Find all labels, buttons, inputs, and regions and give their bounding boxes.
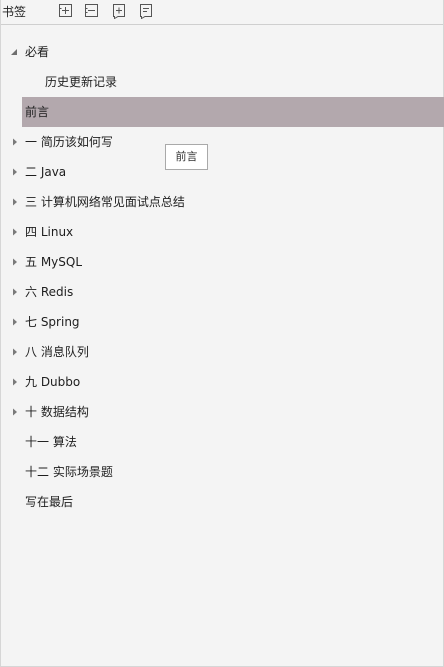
tree-item-epilogue[interactable]: 写在最后 (1, 487, 443, 517)
tree-item-label: 七 Spring (25, 315, 80, 329)
tree-item-label: 四 Linux (25, 225, 74, 239)
tree-item-linux[interactable]: 四 Linux (1, 217, 443, 247)
bookmark-tooltip: 前言 (165, 144, 208, 170)
tree-item-mysql[interactable]: 五 MySQL (1, 247, 443, 277)
tree-item-label: 前言 (25, 105, 50, 119)
collapsed-arrow-icon[interactable] (10, 277, 20, 307)
tree-item-label: 一 简历该如何写 (25, 135, 113, 149)
tree-item-must-read[interactable]: 必看 (1, 37, 443, 67)
tree-item-preface[interactable]: 前言 (22, 97, 444, 127)
tree-item-label: 十 数据结构 (25, 405, 89, 419)
tree-item-label: 十二 实际场景题 (25, 465, 113, 479)
tree-item-dubbo[interactable]: 九 Dubbo (1, 367, 443, 397)
collapsed-arrow-icon[interactable] (10, 307, 20, 337)
add-bookmark-icon[interactable] (112, 4, 126, 19)
tree-item-redis[interactable]: 六 Redis (1, 277, 443, 307)
tree-item-label: 三 计算机网络常见面试点总结 (25, 195, 185, 209)
tree-item-label: 九 Dubbo (25, 375, 81, 389)
collapsed-arrow-icon[interactable] (10, 337, 20, 367)
tree-item-spring[interactable]: 七 Spring (1, 307, 443, 337)
panel-title: 书签 (2, 5, 27, 19)
collapsed-arrow-icon[interactable] (10, 187, 20, 217)
tree-item-algorithms[interactable]: 十一 算法 (1, 427, 443, 457)
bookmark-properties-icon[interactable] (139, 4, 153, 19)
tree-item-resume[interactable]: 一 简历该如何写 (1, 127, 443, 157)
collapsed-arrow-icon[interactable] (10, 157, 20, 187)
bookmarks-panel: 书签 必看 历史更新记录 前言 一 简历该如何写 二 Java 三 计算机网络常… (0, 0, 444, 667)
bookmark-tree: 必看 历史更新记录 前言 一 简历该如何写 二 Java 三 计算机网络常见面试… (1, 37, 444, 517)
collapsed-arrow-icon[interactable] (10, 127, 20, 157)
tree-item-message-queue[interactable]: 八 消息队列 (1, 337, 443, 367)
tree-item-history[interactable]: 历史更新记录 (1, 67, 443, 97)
tree-item-label: 历史更新记录 (45, 75, 118, 89)
tree-item-label: 必看 (25, 45, 50, 59)
collapsed-arrow-icon[interactable] (10, 367, 20, 397)
tree-item-label: 写在最后 (25, 495, 74, 509)
tree-item-data-structures[interactable]: 十 数据结构 (1, 397, 443, 427)
collapsed-arrow-icon[interactable] (10, 247, 20, 277)
tree-item-label: 二 Java (25, 165, 67, 179)
tree-item-label: 五 MySQL (25, 255, 83, 269)
expanded-arrow-icon[interactable] (9, 37, 19, 67)
tree-item-scenarios[interactable]: 十二 实际场景题 (1, 457, 443, 487)
tree-item-label: 十一 算法 (25, 435, 77, 449)
collapsed-arrow-icon[interactable] (10, 397, 20, 427)
collapse-all-icon[interactable] (85, 4, 99, 19)
tree-item-java[interactable]: 二 Java (1, 157, 443, 187)
expand-all-icon[interactable] (59, 4, 73, 19)
bookmarks-header: 书签 (1, 0, 443, 25)
tree-item-label: 八 消息队列 (25, 345, 89, 359)
collapsed-arrow-icon[interactable] (10, 217, 20, 247)
tree-item-label: 六 Redis (25, 285, 74, 299)
tree-item-network[interactable]: 三 计算机网络常见面试点总结 (1, 187, 443, 217)
